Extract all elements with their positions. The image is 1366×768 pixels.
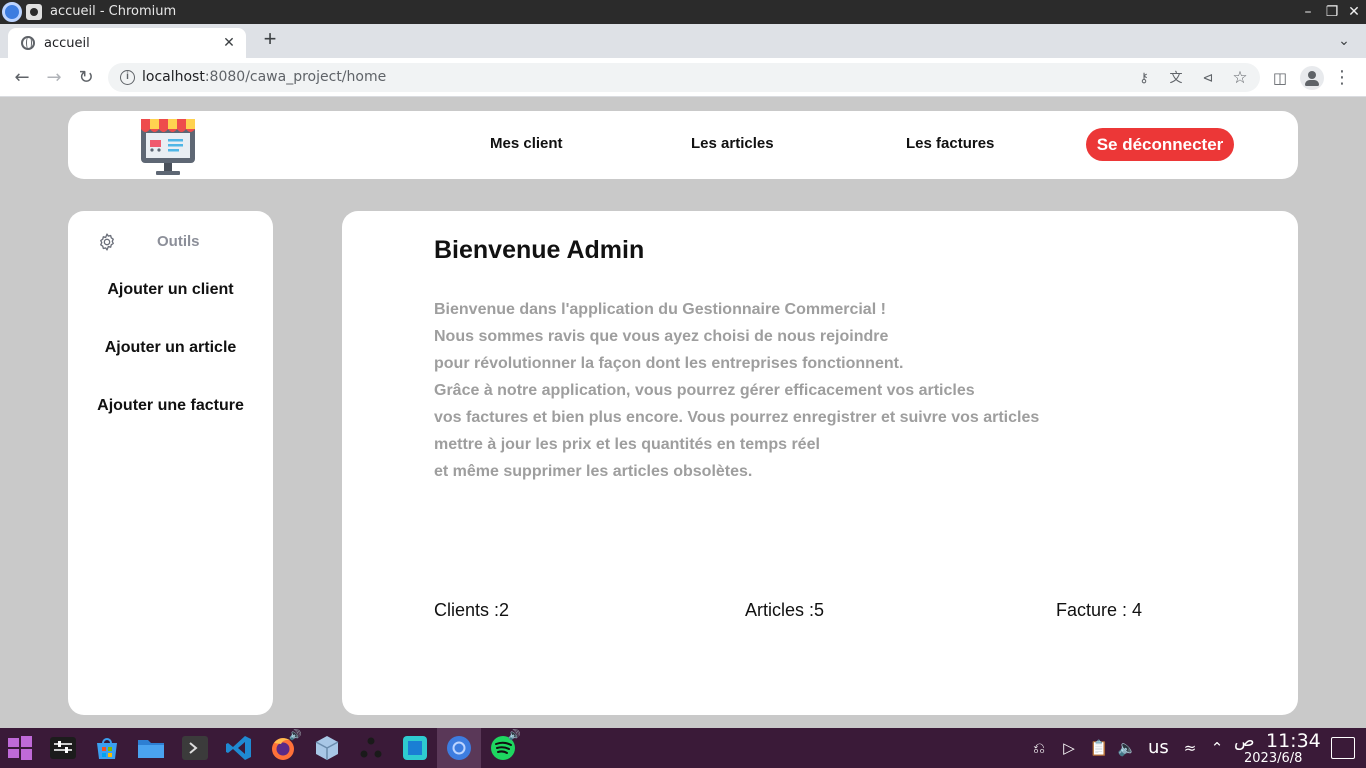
sidebar-item-add-client[interactable]: Ajouter un client [68, 281, 273, 299]
audio-playing-icon: 🔊 [508, 730, 521, 741]
store-app-icon[interactable] [93, 734, 121, 762]
share-icon[interactable]: ⊲ [1198, 68, 1218, 88]
intro-line: Bienvenue dans l'application du Gestionn… [434, 301, 886, 318]
address-bar[interactable]: i localhost:8080/cawa_project/home ⚷ 文 ⊲… [108, 63, 1260, 92]
wifi-icon[interactable]: ≈ [1180, 738, 1200, 758]
key-icon[interactable]: ⚷ [1134, 68, 1154, 88]
vscode-icon[interactable] [225, 734, 253, 762]
browser-tab[interactable]: accueil ✕ [8, 28, 246, 58]
sidebar-item-add-article[interactable]: Ajouter un article [68, 339, 273, 357]
notification-icon[interactable]: ⎌ [1029, 738, 1049, 758]
page-title: Bienvenue Admin [434, 236, 645, 264]
nav-link-clients[interactable]: Mes client [490, 135, 563, 152]
tab-strip: accueil ✕ + ⌄ [0, 24, 1366, 58]
maximize-icon[interactable]: ❐ [1322, 2, 1342, 22]
intro-line: Grâce à notre application, vous pourrez … [434, 382, 975, 399]
url-text[interactable]: localhost:8080/cawa_project/home [142, 69, 386, 85]
keyboard-layout[interactable]: us [1148, 737, 1169, 758]
stat-clients: Clients :2 [434, 600, 510, 620]
taskbar: 🔊 🔊 ⎌ ▷ 📋 🔈 us ≈ ⌃ ص 11:34 2023/6/8 [0, 728, 1366, 768]
start-menu-icon[interactable] [6, 734, 34, 762]
intro-line: Nous sommes ravis que vous ayez choisi d… [434, 328, 889, 345]
window-menu-icon[interactable] [26, 4, 42, 20]
intro-line: mettre à jour les prix et les quantités … [434, 436, 820, 453]
nav-link-articles[interactable]: Les articles [691, 135, 774, 152]
screenshot-tool-icon[interactable] [401, 734, 429, 762]
close-tab-icon[interactable]: ✕ [220, 33, 238, 51]
window-title: accueil - Chromium [50, 4, 177, 19]
sidebar-header: Outils [157, 233, 200, 250]
close-window-icon[interactable]: ✕ [1344, 2, 1364, 22]
media-play-icon[interactable]: ▷ [1059, 738, 1079, 758]
show-desktop-icon[interactable] [1331, 737, 1355, 759]
back-icon[interactable]: ← [10, 66, 34, 90]
reload-icon[interactable]: ↻ [74, 66, 98, 90]
shop-logo-icon [141, 119, 195, 175]
audio-playing-icon: 🔊 [289, 730, 302, 741]
app-navbar: Mes client Les articles Les factures Se … [68, 111, 1298, 179]
browser-menu-icon[interactable]: ⋮ [1330, 66, 1354, 90]
sidebar-item-add-facture[interactable]: Ajouter une facture [68, 397, 273, 415]
forward-icon[interactable]: → [42, 66, 66, 90]
tools-sidebar: Outils Ajouter un client Ajouter un arti… [68, 211, 273, 715]
stat-articles: Articles :5 [745, 600, 825, 620]
terminal-icon[interactable] [181, 734, 209, 762]
clock-time[interactable]: 11:34 [1266, 730, 1321, 752]
tab-title: accueil [44, 36, 90, 51]
clock-date[interactable]: 2023/6/8 [1244, 751, 1302, 766]
file-manager-icon[interactable] [137, 734, 165, 762]
intro-line: et même supprimer les articles obsolètes… [434, 463, 753, 480]
intro-text: Bienvenue dans l'application du Gestionn… [434, 296, 1134, 485]
clipboard-icon[interactable]: 📋 [1089, 738, 1109, 758]
chromium-icon [2, 2, 22, 22]
browser-toolbar: ← → ↻ i localhost:8080/cawa_project/home… [0, 58, 1366, 97]
logout-button[interactable]: Se déconnecter [1086, 128, 1234, 161]
window-title-bar: accueil - Chromium – ❐ ✕ [0, 0, 1366, 24]
bookmark-star-icon[interactable]: ☆ [1230, 68, 1250, 88]
virtualbox-icon[interactable] [313, 734, 341, 762]
globe-icon [21, 36, 35, 50]
minimize-icon[interactable]: – [1298, 2, 1318, 22]
nav-link-factures[interactable]: Les factures [906, 135, 994, 152]
clock-period: ص [1234, 731, 1255, 751]
gear-icon [100, 233, 114, 251]
translate-icon[interactable]: 文 [1166, 68, 1186, 88]
site-info-icon[interactable]: i [120, 70, 135, 85]
new-tab-icon[interactable]: + [258, 28, 282, 52]
settings-app-icon[interactable] [49, 734, 77, 762]
intro-line: pour révolutionner la façon dont les ent… [434, 355, 904, 372]
chromium-taskbar-icon[interactable] [445, 734, 473, 762]
stat-factures: Facture : 4 [1056, 600, 1143, 620]
volume-icon[interactable]: 🔈 [1117, 738, 1137, 758]
app-launcher-icon[interactable] [357, 734, 385, 762]
tab-search-chevron-icon[interactable]: ⌄ [1334, 30, 1354, 50]
intro-line: vos factures et bien plus encore. Vous p… [434, 409, 1040, 426]
main-panel: Bienvenue Admin Bienvenue dans l'applica… [342, 211, 1298, 715]
side-panel-icon[interactable]: ◫ [1268, 66, 1292, 90]
profile-avatar-icon[interactable] [1300, 66, 1324, 90]
tray-expand-icon[interactable]: ⌃ [1207, 738, 1227, 758]
